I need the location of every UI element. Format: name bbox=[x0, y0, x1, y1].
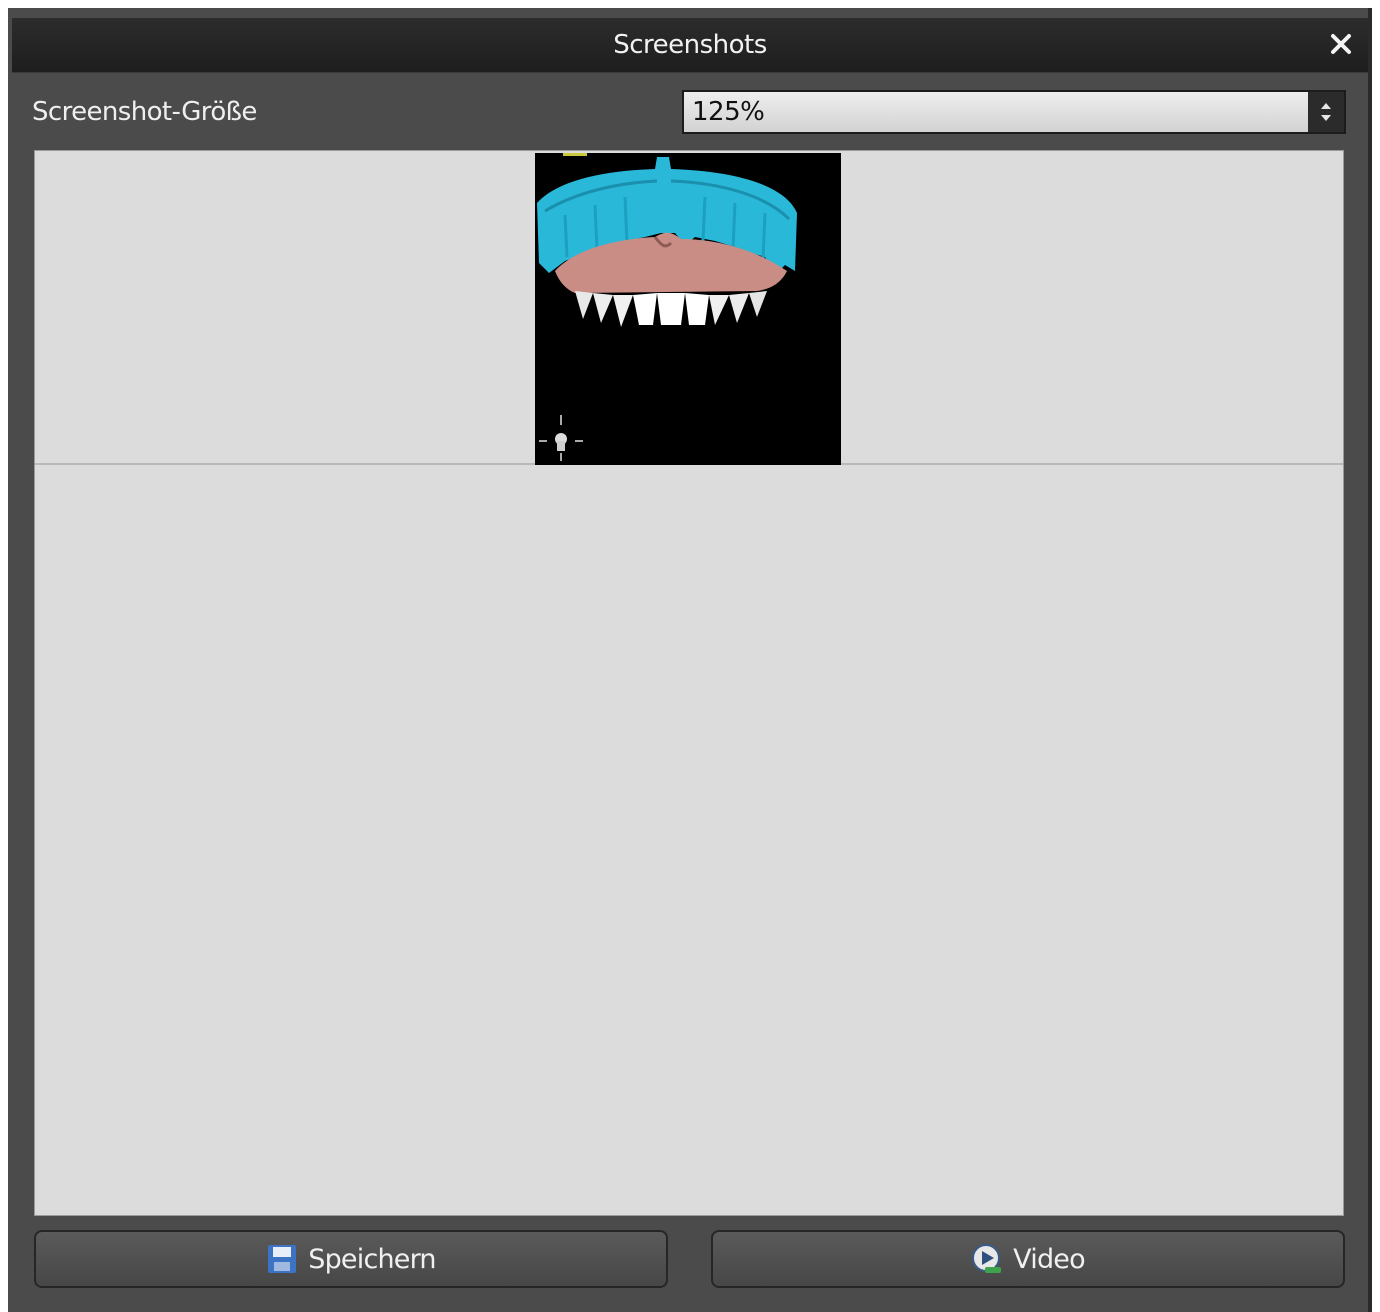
floppy-disk-icon bbox=[266, 1243, 298, 1275]
video-play-icon bbox=[971, 1243, 1003, 1275]
screenshots-dialog: Screenshots Screenshot-Größe 125% Speich… bbox=[8, 8, 1372, 1312]
video-button-label: Video bbox=[1013, 1243, 1085, 1275]
dialog-title: Screenshots bbox=[613, 30, 767, 60]
title-bar[interactable]: Screenshots bbox=[12, 18, 1368, 73]
up-down-arrows-icon[interactable] bbox=[1308, 92, 1344, 132]
window-edge bbox=[1368, 8, 1372, 1312]
screenshot-size-select[interactable]: 125% bbox=[682, 90, 1346, 134]
screenshot-size-value: 125% bbox=[692, 97, 765, 127]
screenshot-size-label: Screenshot-Größe bbox=[32, 97, 257, 127]
close-icon[interactable] bbox=[1324, 27, 1358, 61]
save-button-label: Speichern bbox=[308, 1243, 436, 1275]
save-button[interactable]: Speichern bbox=[34, 1230, 668, 1288]
screenshot-canvas bbox=[34, 150, 1344, 1216]
video-button[interactable]: Video bbox=[711, 1230, 1345, 1288]
thumbnail-strip bbox=[35, 151, 1343, 465]
dental-model-thumbnail[interactable] bbox=[535, 153, 841, 465]
